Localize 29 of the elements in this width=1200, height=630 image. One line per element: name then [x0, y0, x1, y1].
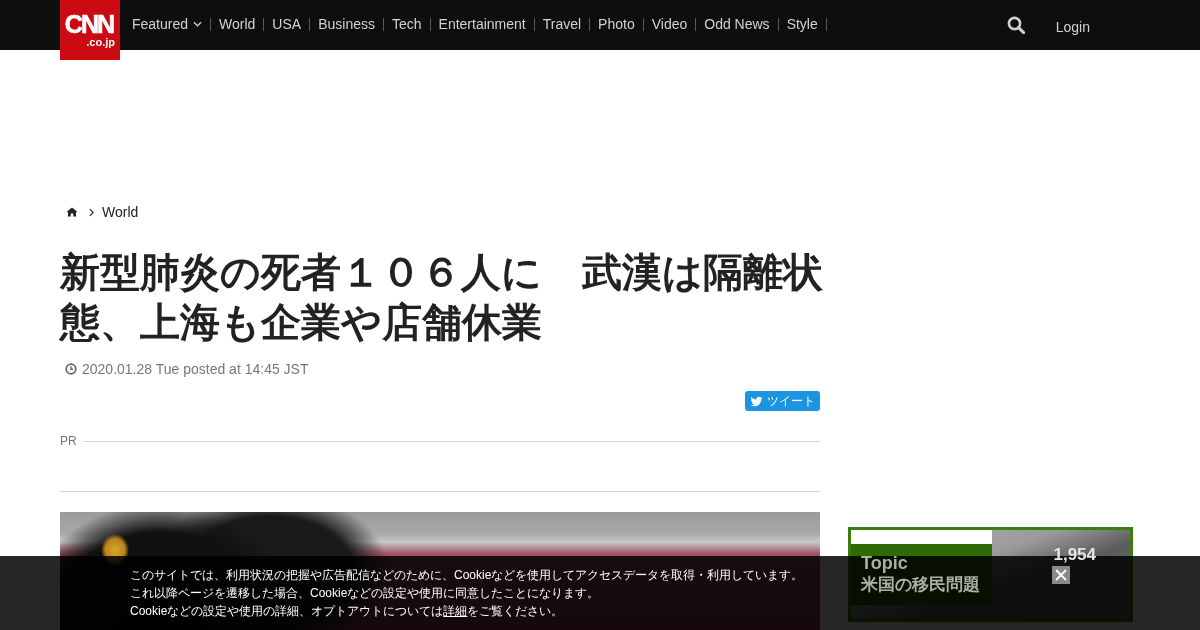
nav-link[interactable]: Photo: [590, 16, 643, 32]
nav-link[interactable]: Business: [310, 16, 383, 32]
chevron-right-icon: [89, 207, 94, 217]
pr-label: PR: [60, 434, 77, 448]
article-title: 新型肺炎の死者１０６人に 武漢は隔離状態、上海も企業や店舗休業: [60, 249, 824, 346]
topic-tag: Topic: [861, 553, 992, 574]
post-date: 2020.01.28 Tue posted at 14:45 JST: [82, 361, 309, 377]
site-logo[interactable]: CNN .co.jp: [60, 0, 120, 60]
clock-icon: [65, 363, 77, 375]
nav-link[interactable]: USA: [264, 16, 310, 32]
close-icon: [1055, 569, 1067, 581]
home-icon[interactable]: [66, 207, 78, 217]
cookie-notice-text: このサイトでは、利用状況の把握や広告配信などのために、Cookieなどを使用してアクセスデータを取得・利用しています。 これ以降ページを遷移した場合、Cookieなどの設定や使用に同意したことになります。 Cookieなどの設定や使用の詳細、オプトアウトについては詳細をご覧ください。: [130, 567, 804, 620]
nav-link[interactable]: Odd News: [696, 16, 778, 32]
nav-link[interactable]: Style: [778, 16, 826, 32]
bird-icon: [750, 395, 763, 407]
nav-link[interactable]: Video: [643, 16, 696, 32]
caret-icon: [193, 21, 203, 27]
search-icon[interactable]: [1006, 16, 1025, 34]
details-link[interactable]: 詳細: [443, 604, 468, 618]
login-link[interactable]: Login: [1055, 19, 1090, 35]
nav-link[interactable]: Entertainment: [430, 16, 534, 32]
breadcrumb-link[interactable]: World: [102, 204, 139, 220]
nav-link[interactable]: Travel: [534, 16, 590, 32]
nav-link[interactable]: Tech: [383, 16, 430, 32]
nav-menu-link[interactable]: Featured: [124, 16, 211, 32]
topic-title: 米国の移民問題: [861, 574, 981, 596]
close-button[interactable]: [1052, 566, 1070, 584]
nav-link[interactable]: World: [211, 16, 264, 32]
